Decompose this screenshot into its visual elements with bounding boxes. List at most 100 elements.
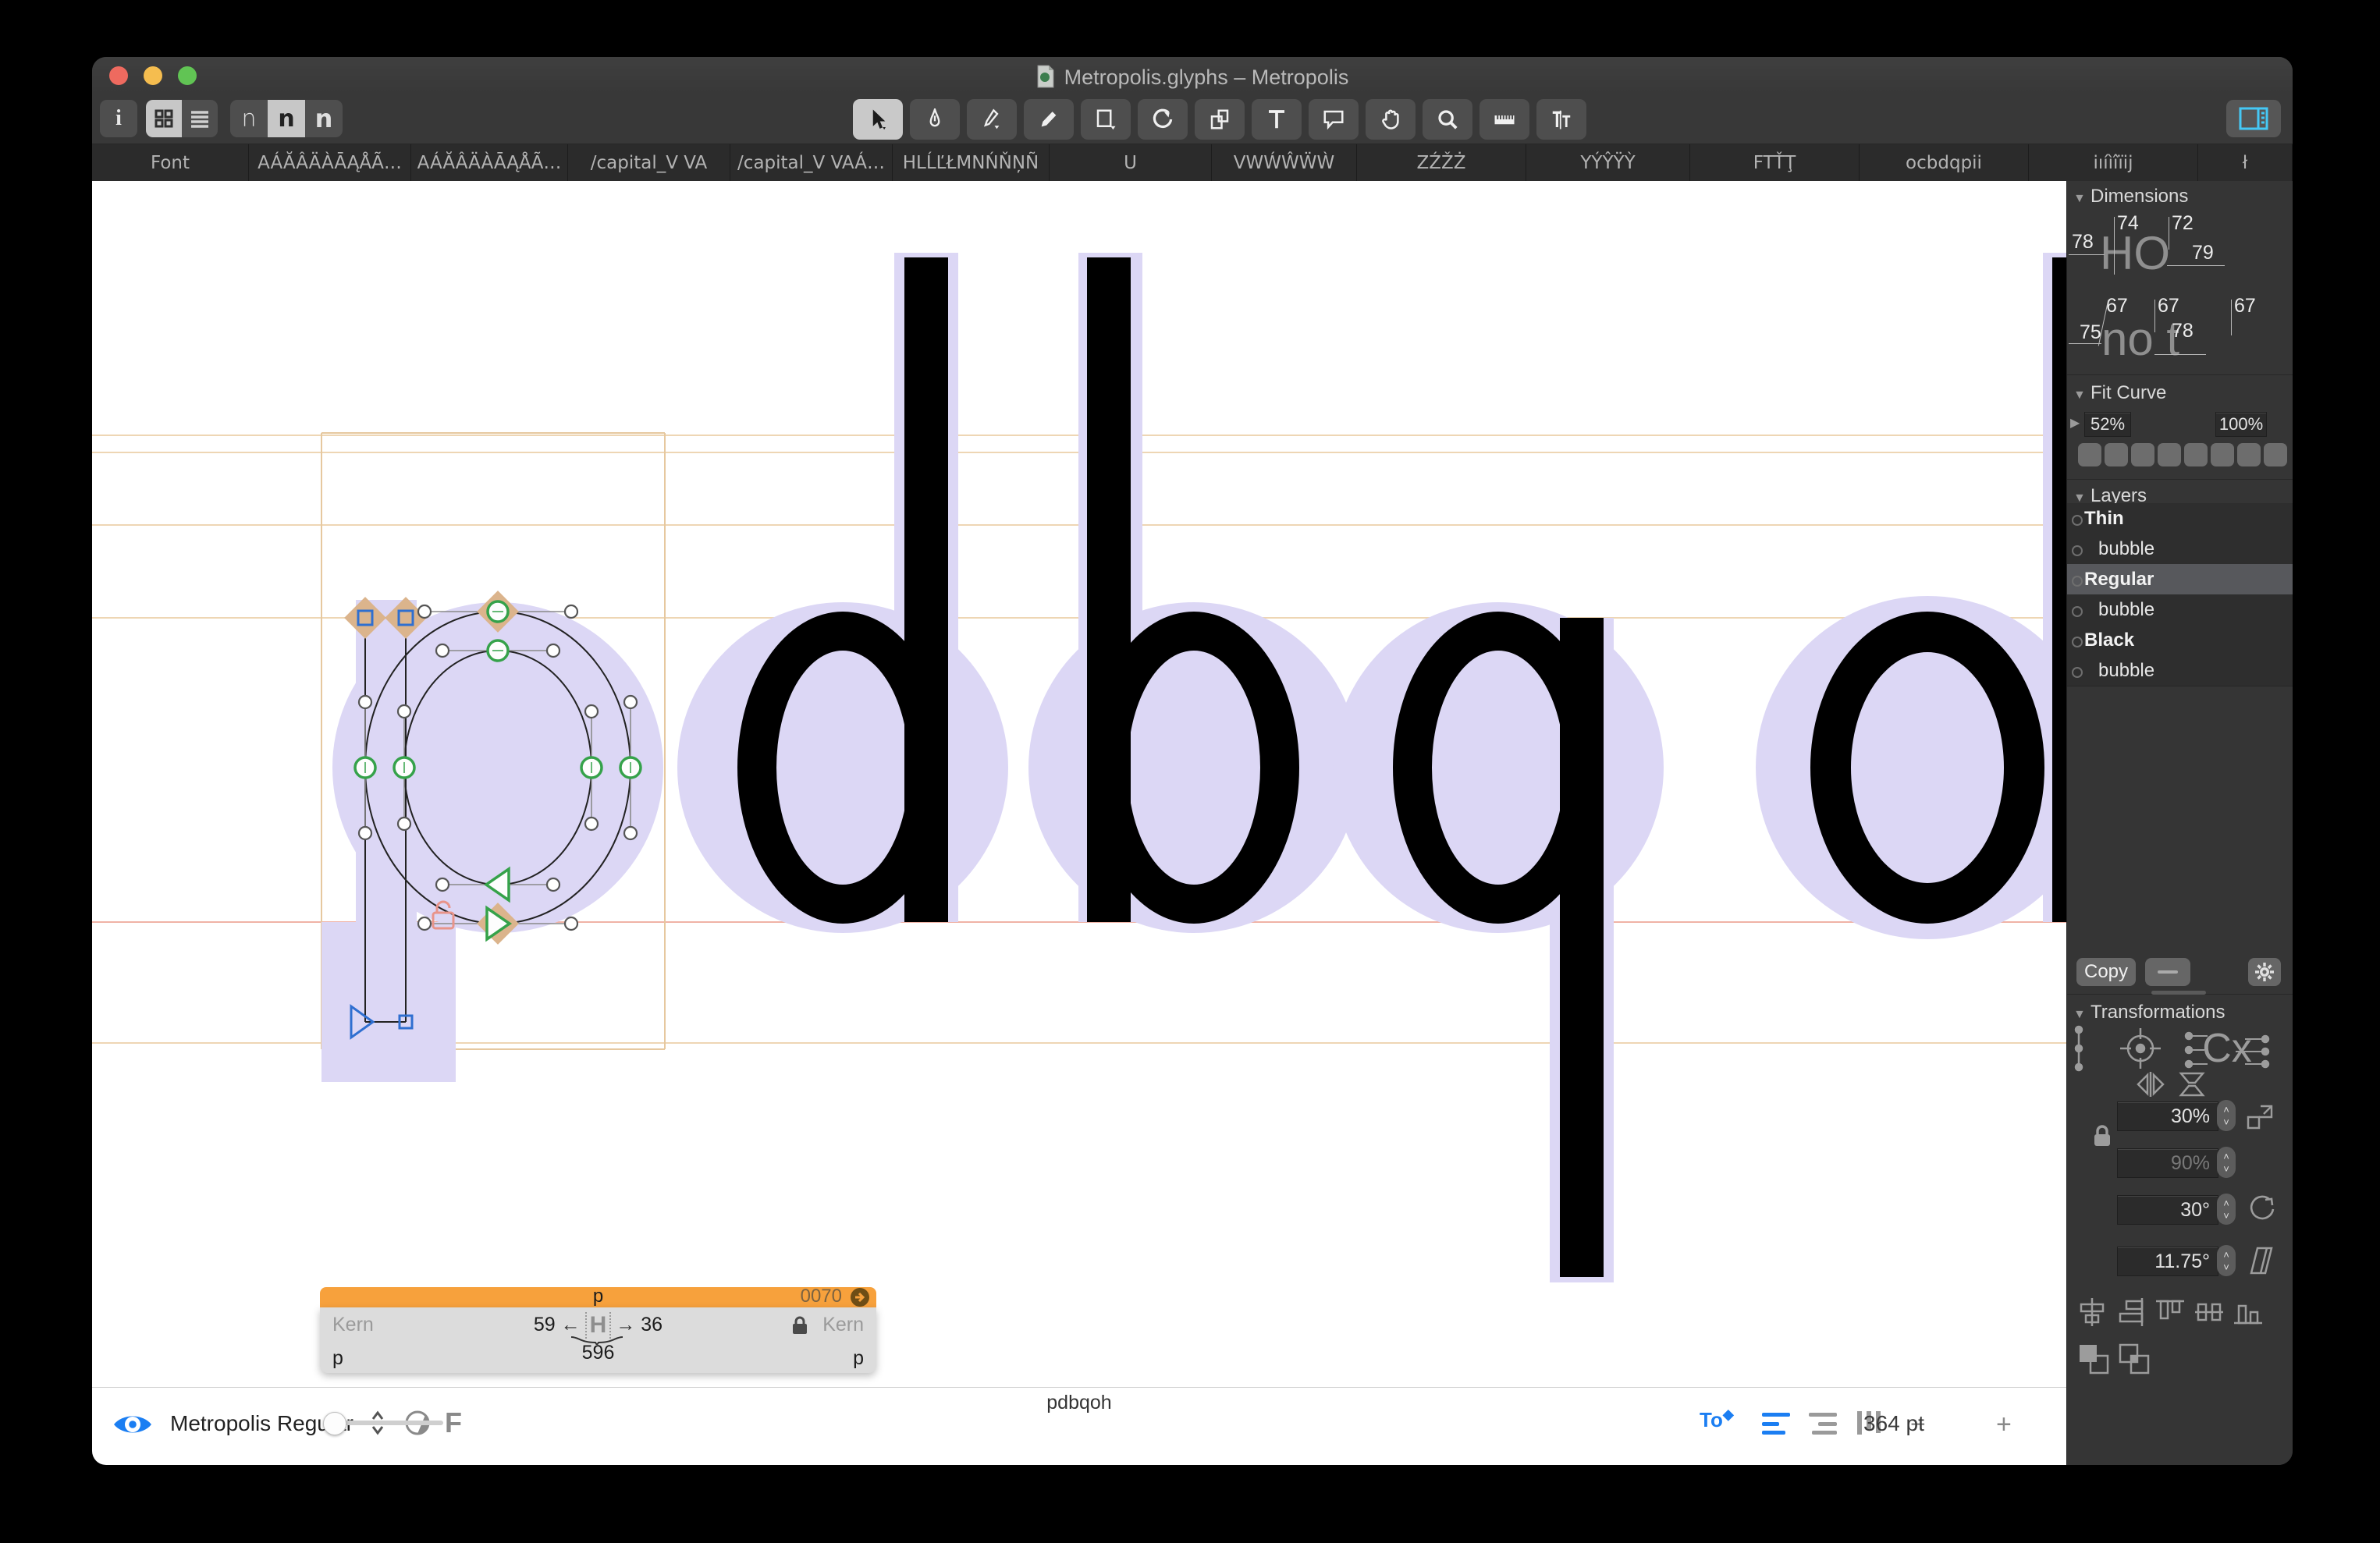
fit-curve-max-field[interactable]: 100% (2215, 412, 2267, 437)
edit-tab[interactable]: YÝŶŸỲ (1526, 144, 1690, 182)
scale-icon[interactable] (2245, 1103, 2275, 1138)
show-kerning-button[interactable]: To◆ (1700, 1408, 1734, 1432)
align-bottom-icon[interactable] (2233, 1296, 2264, 1333)
edit-tab[interactable]: VWẂŴẄẀ (1212, 144, 1357, 182)
rotate-tool[interactable] (1138, 99, 1188, 140)
layer-row-black[interactable]: Black (2067, 625, 2293, 656)
panel-resize-grip[interactable] (2151, 991, 2206, 995)
slant-icon[interactable] (2248, 1245, 2276, 1282)
remove-layer-button[interactable] (2145, 958, 2190, 986)
right-sidebearing-value[interactable]: 36 (641, 1314, 662, 1335)
edit-tab[interactable]: AÁĂÂÄÀĀĄÅÃ… (249, 144, 411, 182)
layer-settings-button[interactable] (2248, 958, 2281, 986)
scale-secondary-stepper[interactable]: ˄˅ (2217, 1147, 2236, 1178)
master-weight-toggle[interactable]: n n n (230, 100, 343, 137)
edit-tab[interactable]: /capital_V VA (568, 144, 730, 182)
dimensions-header[interactable]: ▼Dimensions (2073, 186, 2188, 208)
zoom-in-button[interactable]: + (1996, 1410, 2012, 1440)
edit-tab[interactable]: FTŤŢ (1690, 144, 1860, 182)
fit-curve-header[interactable]: ▼Fit Curve (2073, 382, 2166, 404)
layer-visibility-icon[interactable] (2072, 606, 2083, 617)
align-top-icon[interactable] (2154, 1296, 2186, 1333)
o-top-value: 72 (2172, 212, 2194, 235)
slant-field[interactable]: 11.75° (2117, 1247, 2218, 1276)
rotate-cw-icon[interactable] (2247, 1192, 2278, 1232)
sidebar-toggle-button[interactable] (2226, 100, 2281, 137)
layer-row-bubble[interactable]: bubble (2067, 655, 2293, 686)
scale-field[interactable]: 30% (2117, 1101, 2218, 1131)
slant-stepper[interactable]: ˄˅ (2217, 1245, 2236, 1276)
preview-eye-icon[interactable] (112, 1411, 153, 1438)
align-right-icon[interactable] (2115, 1296, 2147, 1333)
edit-tab[interactable]: U (1050, 144, 1212, 182)
scale-stepper[interactable]: ˄˅ (2217, 1100, 2236, 1131)
info-box-header: p 0070 (320, 1287, 876, 1307)
font-info-button[interactable]: i (100, 100, 137, 137)
list-view-icon[interactable] (182, 100, 218, 137)
layer-row-bubble[interactable]: bubble (2067, 594, 2293, 626)
layer-row-bubble[interactable]: bubble (2067, 534, 2293, 565)
align-right-button[interactable] (1809, 1413, 1837, 1435)
grid-view-icon[interactable] (146, 100, 182, 137)
lock-proportions-icon[interactable] (2092, 1123, 2112, 1148)
annotation-tool[interactable] (1309, 99, 1359, 140)
goto-glyph-icon[interactable] (850, 1287, 870, 1307)
flip-horizontal-icon[interactable] (2135, 1069, 2166, 1105)
text-tool[interactable] (1252, 99, 1302, 140)
tab-font[interactable]: Font (92, 144, 249, 182)
edit-tab[interactable]: ł (2198, 144, 2293, 182)
pen-variant-tool[interactable] (967, 99, 1017, 140)
align-center-horizontal-icon[interactable] (2076, 1296, 2108, 1333)
master-black[interactable]: n (305, 100, 343, 137)
layer-row-regular-selected[interactable]: Regular (2067, 564, 2293, 595)
transform-origin-icon[interactable] (2069, 1025, 2089, 1077)
transformations-header[interactable]: ▼Transformations (2073, 1002, 2225, 1023)
layer-visibility-icon[interactable] (2072, 667, 2083, 678)
path-subtract-icon[interactable] (2076, 1342, 2111, 1382)
disclosure-triangle-icon[interactable]: ▼ (2073, 192, 2090, 206)
align-left-button[interactable] (1762, 1413, 1790, 1435)
edit-tab[interactable]: HLĹĽŁMNŃŇŅÑ (893, 144, 1050, 182)
edit-tab[interactable]: ZŹŽŻ (1357, 144, 1526, 182)
edit-tab[interactable]: AÁĂÂÄÀĀĄÅÃ… (411, 144, 568, 182)
layer-visibility-icon[interactable] (2072, 515, 2083, 526)
fit-curve-disclosure-icon[interactable]: ▶ (2070, 415, 2080, 431)
hand-tool[interactable] (1366, 99, 1416, 140)
select-tool[interactable] (853, 99, 903, 140)
layer-row-thin[interactable]: Thin (2067, 503, 2293, 534)
zoom-level-value[interactable]: 364 pt (1863, 1411, 1924, 1436)
glyph-drawing[interactable] (92, 181, 2066, 1387)
lock-icon[interactable] (790, 1315, 809, 1335)
pencil-tool[interactable] (1024, 99, 1074, 140)
left-sidebearing-value[interactable]: 59 (534, 1314, 556, 1335)
copy-layer-button[interactable]: Copy (2076, 958, 2136, 986)
flip-vertical-icon[interactable] (2176, 1069, 2208, 1105)
edit-tab[interactable]: iıíìîïĳ (2029, 144, 2198, 182)
layer-visibility-icon[interactable] (2072, 637, 2083, 647)
fit-curve-min-field[interactable]: 52% (2084, 412, 2131, 437)
current-glyph-name: p (320, 1286, 876, 1307)
measure-tool[interactable] (1480, 99, 1529, 140)
zoom-tool[interactable] (1423, 99, 1472, 140)
layer-visibility-icon[interactable] (2072, 545, 2083, 556)
rotate-stepper[interactable]: ˄˅ (2217, 1194, 2236, 1225)
scale-secondary-field[interactable]: 90% (2117, 1148, 2218, 1178)
primitives-tool[interactable] (1081, 99, 1131, 140)
master-regular[interactable]: n (268, 100, 305, 137)
edit-tab[interactable]: /capital_V VAÁ… (730, 144, 893, 182)
edit-tab[interactable]: ocbdqpii (1860, 144, 2029, 182)
distribute-horizontal-icon[interactable] (2194, 1296, 2225, 1333)
path-intersect-icon[interactable] (2117, 1342, 2151, 1382)
metrics-center-icon[interactable]: Cx (2184, 1025, 2270, 1072)
layer-visibility-icon[interactable] (2072, 576, 2083, 587)
glyph-edit-canvas[interactable]: p 0070 Kern Kern p p 59 ←H→ 36 596 (92, 181, 2066, 1387)
scale-tool[interactable] (1195, 99, 1245, 140)
grid-list-view-toggle[interactable] (146, 100, 218, 137)
kerning-tool[interactable] (1536, 99, 1586, 140)
master-thin[interactable]: n (230, 100, 268, 137)
advance-width-value[interactable]: 596 (320, 1342, 876, 1364)
draw-pen-tool[interactable] (910, 99, 960, 140)
slider-knob[interactable] (323, 1412, 346, 1435)
preview-position-slider[interactable] (326, 1421, 443, 1425)
rotate-field[interactable]: 30° (2117, 1195, 2218, 1225)
